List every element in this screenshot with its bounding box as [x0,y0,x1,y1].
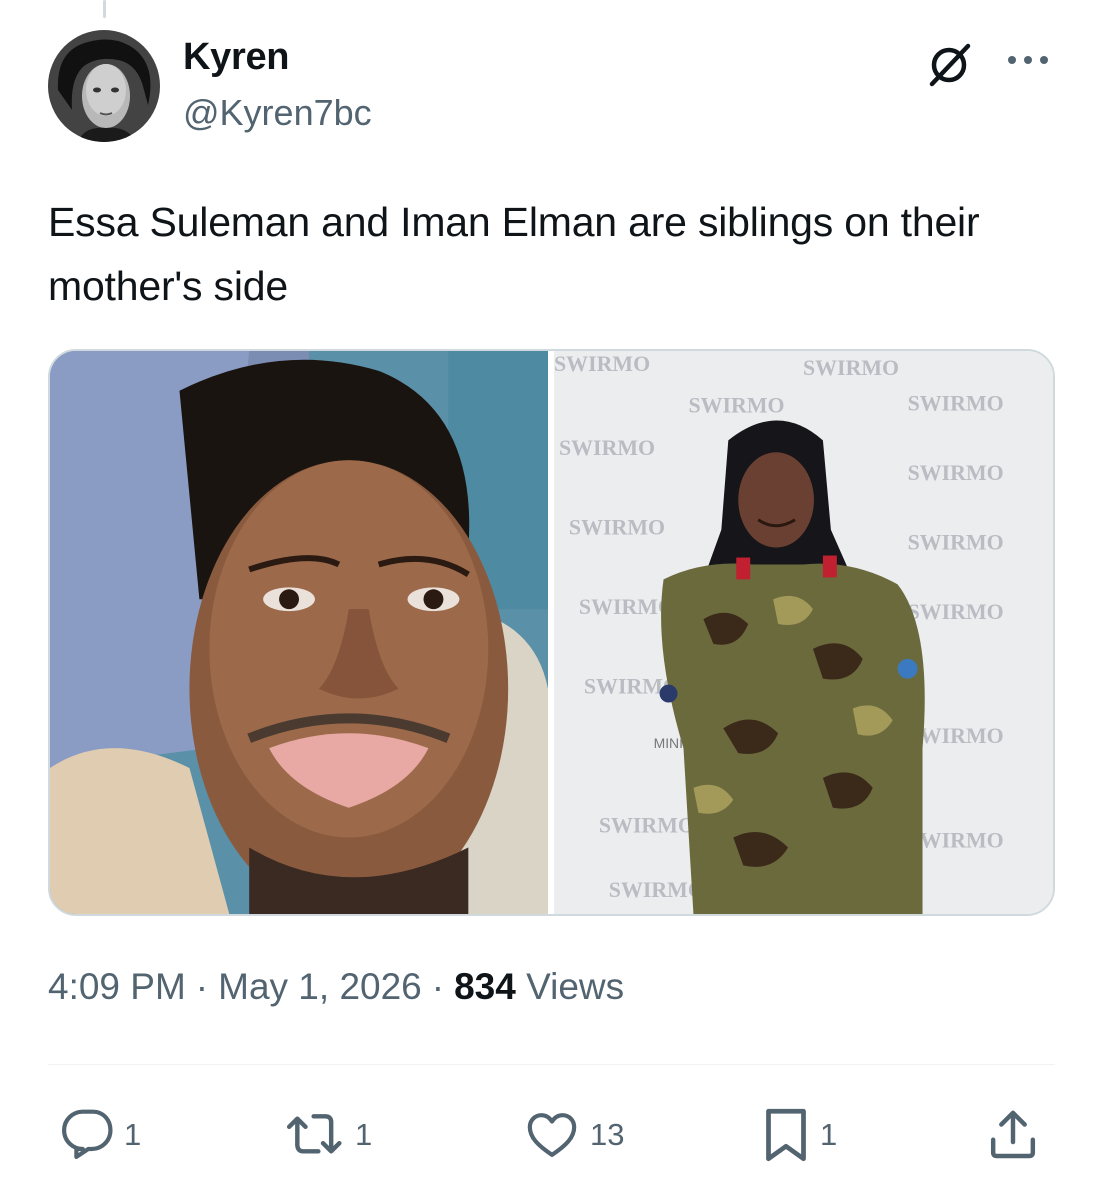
separator: · [195,966,209,1007]
svg-text:MINI: MINI [654,735,683,751]
bookmark-count: 1 [820,1117,838,1152]
watermark-text: SWIRMO [569,516,665,540]
tweet-text: Essa Suleman and Iman Elman are siblings… [48,199,980,309]
more-options-icon[interactable] [1003,40,1053,80]
watermark-text: SWIRMO [554,352,650,376]
watermark-text: SWIRMO [908,600,1004,624]
watermark-text: SWIRMO [579,595,675,619]
author-handle[interactable]: @Kyren7bc [183,92,372,134]
media-photo-1[interactable] [50,351,548,914]
share-icon [990,1110,1036,1159]
repost-icon [286,1114,342,1154]
watermark-text: SWIRMO [599,814,695,838]
reply-icon [61,1109,113,1160]
share-button[interactable] [985,1100,1041,1170]
reply-button[interactable]: 1 [60,1100,141,1170]
like-button[interactable]: 13 [522,1100,624,1170]
watermark-text: SWIRMO [803,356,899,380]
author-display-name[interactable]: Kyren [183,36,290,79]
thread-connector-line [103,0,106,18]
watermark-text: SWIRMO [908,531,1004,555]
media-photo-2[interactable]: SWIRMO SWIRMO SWIRMO SWIRMO SWIRMO SWIRM… [554,351,1053,914]
action-bar: 1 1 13 1 [0,1100,1103,1170]
media-grid: SWIRMO SWIRMO SWIRMO SWIRMO SWIRMO SWIRM… [48,349,1055,916]
views-label: Views [526,966,625,1007]
views-count[interactable]: 834 [454,966,516,1007]
separator: · [431,966,445,1007]
grok-icon[interactable] [924,38,976,90]
divider [48,1064,1055,1065]
tweet-date[interactable]: May 1, 2026 [218,966,422,1007]
avatar[interactable] [48,30,160,142]
reply-count: 1 [124,1117,142,1152]
watermark-text: SWIRMO [908,392,1004,416]
tweet-metadata: 4:09 PM · May 1, 2026 · 834 Views [48,966,624,1008]
watermark-text: SWIRMO [609,878,705,902]
watermark-text: SWIRMO [908,461,1004,485]
heart-icon [527,1113,577,1157]
repost-count: 1 [355,1117,373,1152]
repost-button[interactable]: 1 [285,1100,372,1170]
like-count: 13 [590,1117,625,1152]
bookmark-button[interactable]: 1 [760,1100,837,1170]
bookmark-icon [766,1108,806,1162]
tweet-time[interactable]: 4:09 PM [48,966,186,1007]
watermark-text: SWIRMO [688,394,784,418]
watermark-text: SWIRMO [559,436,655,460]
